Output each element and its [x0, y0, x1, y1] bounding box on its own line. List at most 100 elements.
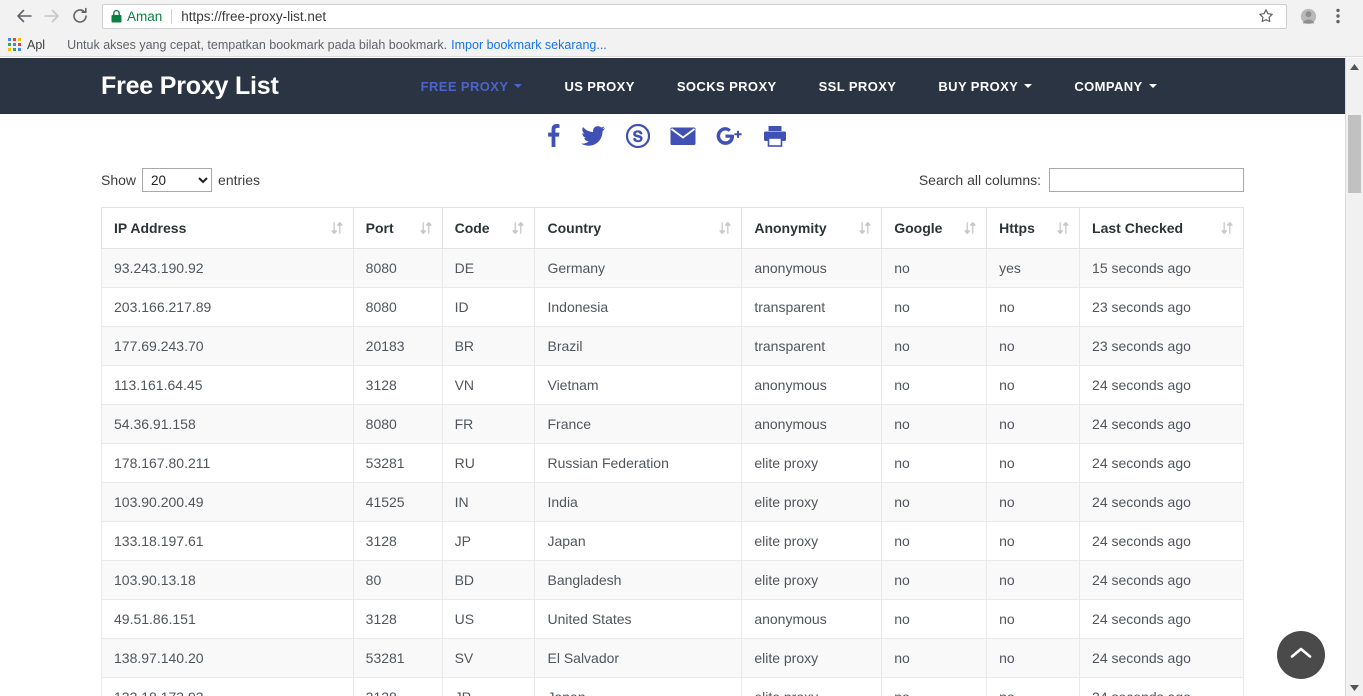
sort-updown-icon: [859, 221, 871, 235]
scrollbar-up-arrow-icon[interactable]: [1346, 58, 1363, 75]
reload-button[interactable]: [66, 2, 94, 30]
cell-last-checked: 24 seconds ago: [1079, 638, 1244, 678]
cell-country: Brazil: [534, 326, 743, 366]
profile-icon[interactable]: [1293, 2, 1323, 30]
column-header-last-checked[interactable]: Last Checked: [1079, 207, 1244, 249]
cell-port: 53281: [352, 443, 443, 483]
scrollbar-thumb[interactable]: [1348, 115, 1361, 193]
nav-item-company[interactable]: COMPANY: [1074, 78, 1157, 94]
proxy-table-body: 93.243.190.92 8080 DE Germany anonymous no yes…: [101, 248, 1244, 696]
table-row: 177.69.243.70 20183 BR Brazil transparent no n…: [101, 326, 1244, 366]
apps-grid-icon[interactable]: [8, 38, 21, 51]
bookmark-bar: Apl Untuk akses yang cepat, tempatkan bo…: [0, 33, 1363, 57]
cell-https: no: [986, 326, 1081, 366]
table-header-row: IP Address Port Code Country Anonymity G…: [101, 207, 1244, 249]
email-icon[interactable]: [670, 126, 696, 146]
cell-code: FR: [441, 404, 536, 444]
cell-country: Russian Federation: [534, 443, 743, 483]
cell-last-checked: 23 seconds ago: [1079, 287, 1244, 327]
lock-icon: [111, 9, 122, 23]
column-header-ip-address[interactable]: IP Address: [101, 207, 354, 249]
search-input[interactable]: [1049, 168, 1244, 192]
search-filter-control: Search all columns:: [919, 168, 1244, 192]
three-dot-menu-icon[interactable]: [1323, 2, 1353, 30]
address-bar[interactable]: Aman https://free-proxy-list.net: [102, 3, 1287, 29]
cell-ip-address: 54.36.91.158: [101, 404, 354, 444]
cell-code: SV: [441, 638, 536, 678]
cell-country: El Salvador: [534, 638, 743, 678]
cell-last-checked: 24 seconds ago: [1079, 365, 1244, 405]
cell-code: ID: [441, 287, 536, 327]
cell-ip-address: 49.51.86.151: [101, 599, 354, 639]
cell-google: no: [881, 677, 988, 696]
nav-item-buy-proxy[interactable]: BUY PROXY: [938, 79, 1033, 94]
cell-https: no: [986, 404, 1081, 444]
table-row: 203.166.217.89 8080 ID Indonesia transparent…: [101, 287, 1244, 327]
site-nav-links: FREE PROXY US PROXY SOCKS PROXY SSL PROX…: [421, 79, 1199, 94]
url-text: https://free-proxy-list.net: [181, 8, 327, 24]
nav-item-free-proxy[interactable]: FREE PROXY: [421, 79, 523, 94]
cell-last-checked: 23 seconds ago: [1079, 326, 1244, 366]
column-header-https[interactable]: Https: [986, 207, 1081, 249]
nav-item-label: COMPANY: [1074, 78, 1143, 94]
cell-last-checked: 24 seconds ago: [1079, 404, 1244, 444]
scroll-to-top-button[interactable]: [1277, 631, 1325, 679]
cell-https: no: [986, 365, 1081, 405]
cell-ip-address: 113.161.64.45: [101, 365, 354, 405]
cell-anonymity: transparent: [741, 287, 883, 327]
cell-google: no: [881, 248, 988, 288]
twitter-icon[interactable]: [581, 123, 606, 148]
column-header-google[interactable]: Google: [881, 207, 988, 249]
cell-https: no: [986, 677, 1081, 696]
search-label: Search all columns:: [918, 172, 1041, 188]
page-scrollbar[interactable]: [1345, 58, 1363, 696]
site-brand[interactable]: Free Proxy List: [101, 72, 279, 101]
apps-label[interactable]: Apl: [27, 38, 45, 52]
cell-anonymity: elite proxy: [741, 482, 883, 522]
star-icon[interactable]: [1254, 5, 1278, 28]
import-bookmarks-link[interactable]: Impor bookmark sekarang...: [451, 38, 607, 52]
nav-item-us-proxy[interactable]: US PROXY: [564, 79, 634, 94]
column-label: Https: [999, 220, 1035, 236]
cell-code: DE: [441, 248, 536, 288]
cell-last-checked: 24 seconds ago: [1079, 443, 1244, 483]
proxy-table-head: IP Address Port Code Country Anonymity G…: [101, 207, 1244, 249]
cell-anonymity: anonymous: [741, 599, 883, 639]
column-header-country[interactable]: Country: [534, 207, 743, 249]
cell-country: Bangladesh: [534, 560, 743, 600]
scrollbar-down-arrow-icon[interactable]: [1346, 679, 1363, 696]
column-header-anonymity[interactable]: Anonymity: [741, 207, 883, 249]
entries-label: entries: [218, 172, 261, 188]
cell-port: 3128: [352, 365, 443, 405]
cell-https: no: [986, 287, 1081, 327]
forward-button[interactable]: [38, 2, 66, 30]
cell-anonymity: anonymous: [741, 404, 883, 444]
browser-toolbar: Aman https://free-proxy-list.net: [0, 0, 1363, 33]
nav-item-label: SSL PROXY: [818, 78, 897, 94]
cell-anonymity: elite proxy: [741, 521, 883, 561]
back-button[interactable]: [10, 2, 38, 30]
google-plus-icon[interactable]: [716, 125, 743, 147]
cell-ip-address: 103.90.200.49: [101, 482, 354, 522]
cell-https: no: [986, 443, 1081, 483]
cell-https: no: [986, 521, 1081, 561]
cell-port: 53281: [352, 638, 443, 678]
nav-item-socks-proxy[interactable]: SOCKS PROXY: [677, 79, 777, 94]
cell-https: yes: [986, 248, 1081, 288]
cell-code: JP: [441, 521, 536, 561]
cell-anonymity: elite proxy: [741, 443, 883, 483]
column-label: Google: [894, 220, 943, 236]
entries-select[interactable]: 102050100: [142, 168, 213, 192]
skype-icon[interactable]: [626, 123, 650, 148]
column-header-port[interactable]: Port: [352, 207, 443, 249]
cell-google: no: [881, 287, 988, 327]
facebook-icon[interactable]: [544, 123, 561, 148]
print-icon[interactable]: [763, 125, 787, 147]
cell-country: Japan: [534, 677, 743, 696]
nav-item-ssl-proxy[interactable]: SSL PROXY: [819, 79, 897, 94]
sort-updown-icon: [719, 221, 731, 235]
column-header-code[interactable]: Code: [441, 207, 536, 249]
cell-anonymity: elite proxy: [741, 560, 883, 600]
cell-https: no: [986, 638, 1081, 678]
table-row: 133.18.197.61 3128 JP Japan elite proxy no no 2…: [101, 521, 1244, 561]
